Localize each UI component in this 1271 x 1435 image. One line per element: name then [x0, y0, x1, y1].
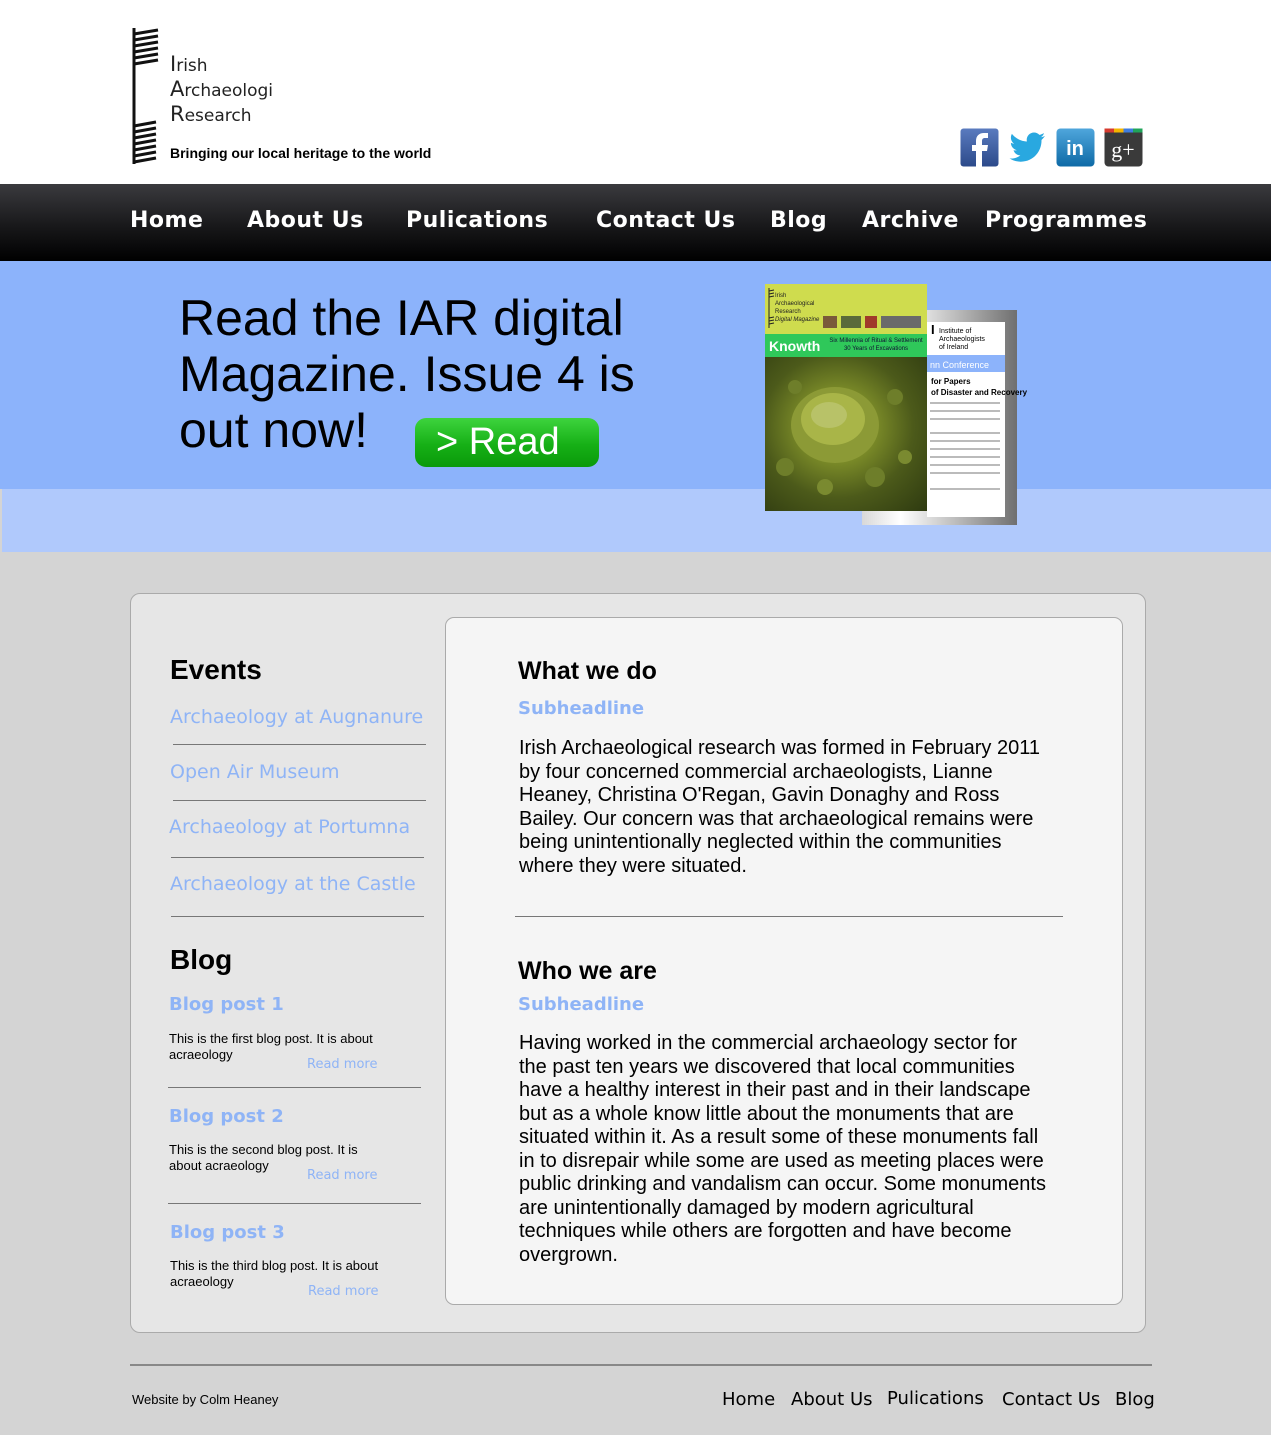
logo-word-archaeological: Archaeologi	[170, 77, 274, 101]
section-body: Having worked in the commercial archaeol…	[519, 1032, 1046, 1266]
blog-post-title[interactable]: Blog post 3	[170, 1222, 285, 1243]
flyer-text-line	[930, 440, 1000, 442]
nav-home[interactable]: Home	[130, 208, 203, 233]
nav-programmes[interactable]: Programmes	[985, 208, 1147, 233]
flyer-text-line	[930, 410, 1000, 412]
twitter-icon[interactable]	[1008, 128, 1047, 167]
section-subheadline: Subheadline	[518, 994, 645, 1015]
footer-link-blog[interactable]: Blog	[1115, 1389, 1155, 1410]
google-plus-icon[interactable]: g+	[1104, 128, 1143, 167]
magazine-cover-image[interactable]: Irish Archaeological Research Digital Ma…	[765, 284, 927, 511]
section-heading: What we do	[518, 657, 657, 685]
section-heading: Who we are	[518, 957, 657, 985]
divider	[173, 800, 426, 801]
thumb-image	[823, 316, 837, 328]
blog-post-title[interactable]: Blog post 2	[169, 1106, 284, 1127]
blog-post-title[interactable]: Blog post 1	[169, 994, 284, 1015]
footer-link-home[interactable]: Home	[722, 1389, 775, 1410]
nav-contact-us[interactable]: Contact Us	[596, 208, 735, 233]
event-link[interactable]: Archaeology at Portumna	[169, 816, 410, 838]
svg-text:g+: g+	[1111, 137, 1134, 162]
magazine-title-band: Knowth Six Millennia of Ritual & Settlem…	[765, 334, 927, 357]
footer-link-publications[interactable]: Pulications	[887, 1388, 984, 1409]
footer-link-contact-us[interactable]: Contact Us	[1002, 1389, 1100, 1410]
blog-heading: Blog	[170, 944, 233, 975]
divider	[171, 857, 424, 858]
event-link[interactable]: Archaeology at Augnanure	[170, 706, 423, 728]
svg-text:in: in	[1066, 138, 1084, 160]
divider	[173, 744, 426, 745]
flyer-text-line	[930, 472, 1000, 474]
nav-publications[interactable]: Pulications	[406, 208, 548, 233]
thumb-image	[841, 316, 861, 328]
flyer-text-line	[930, 432, 1000, 434]
divider	[515, 916, 1063, 917]
read-more-link[interactable]: Read more	[307, 1057, 377, 1072]
footer-divider	[130, 1364, 1152, 1366]
section-subheadline: Subheadline	[518, 698, 645, 719]
nav-blog[interactable]: Blog	[770, 208, 827, 233]
magazine-title: Knowth	[769, 338, 821, 354]
aerial-photo	[765, 357, 927, 511]
thumb-image	[865, 316, 877, 328]
logo-word-irish: Irish	[170, 52, 208, 76]
thumb-image	[881, 316, 921, 328]
divider	[171, 916, 424, 917]
nav-archive[interactable]: Archive	[862, 208, 959, 233]
event-link[interactable]: Open Air Museum	[170, 761, 340, 783]
logo-mark-icon	[132, 28, 159, 164]
read-more-link[interactable]: Read more	[307, 1168, 377, 1183]
footer-link-about-us[interactable]: About Us	[791, 1389, 873, 1410]
site-header: Irish Archaeologi Research Bringing our …	[0, 0, 1271, 184]
flyer-text-line	[930, 464, 1000, 466]
magazine-subtitle: Six Millennia of Ritual & Settlement 30 …	[829, 338, 923, 352]
main-nav: Home About Us Pulications Contact Us Blo…	[0, 184, 1271, 261]
tagline: Bringing our local heritage to the world	[170, 145, 432, 161]
site-credit: Website by Colm Heaney	[132, 1392, 279, 1407]
conference-flyer-org: I Institute of Archaeologists of Ireland	[931, 322, 985, 351]
flyer-text-line	[930, 456, 1000, 458]
nav-about-us[interactable]: About Us	[247, 208, 364, 233]
conference-flyer-cfp: for Papers of Disaster and Recovery	[931, 377, 1028, 397]
section-body: Irish Archaeological research was formed…	[519, 737, 1040, 877]
magazine-logo-icon	[768, 288, 775, 328]
linkedin-icon[interactable]: in	[1056, 128, 1095, 167]
magazine-cover-header: Irish Archaeological Research Digital Ma…	[765, 284, 927, 334]
conference-flyer-band: nn Conference	[927, 355, 1005, 372]
divider	[168, 1203, 421, 1204]
facebook-icon[interactable]	[960, 128, 999, 167]
read-magazine-button[interactable]: > Read	[415, 418, 599, 467]
logo-word-research: Research	[170, 102, 252, 126]
events-heading: Events	[170, 654, 262, 685]
aerial-photo-art	[776, 380, 912, 495]
flyer-text-line	[930, 488, 1000, 490]
read-more-link[interactable]: Read more	[308, 1284, 378, 1299]
flyer-text-line	[930, 448, 1000, 450]
event-link[interactable]: Archaeology at the Castle	[170, 873, 416, 895]
flyer-text-line	[930, 418, 1000, 420]
hero-banner-lower	[2, 489, 1271, 552]
flyer-text-line	[930, 402, 1000, 404]
divider	[168, 1087, 421, 1088]
magazine-brand: Irish Archaeological Research Digital Ma…	[775, 293, 820, 323]
